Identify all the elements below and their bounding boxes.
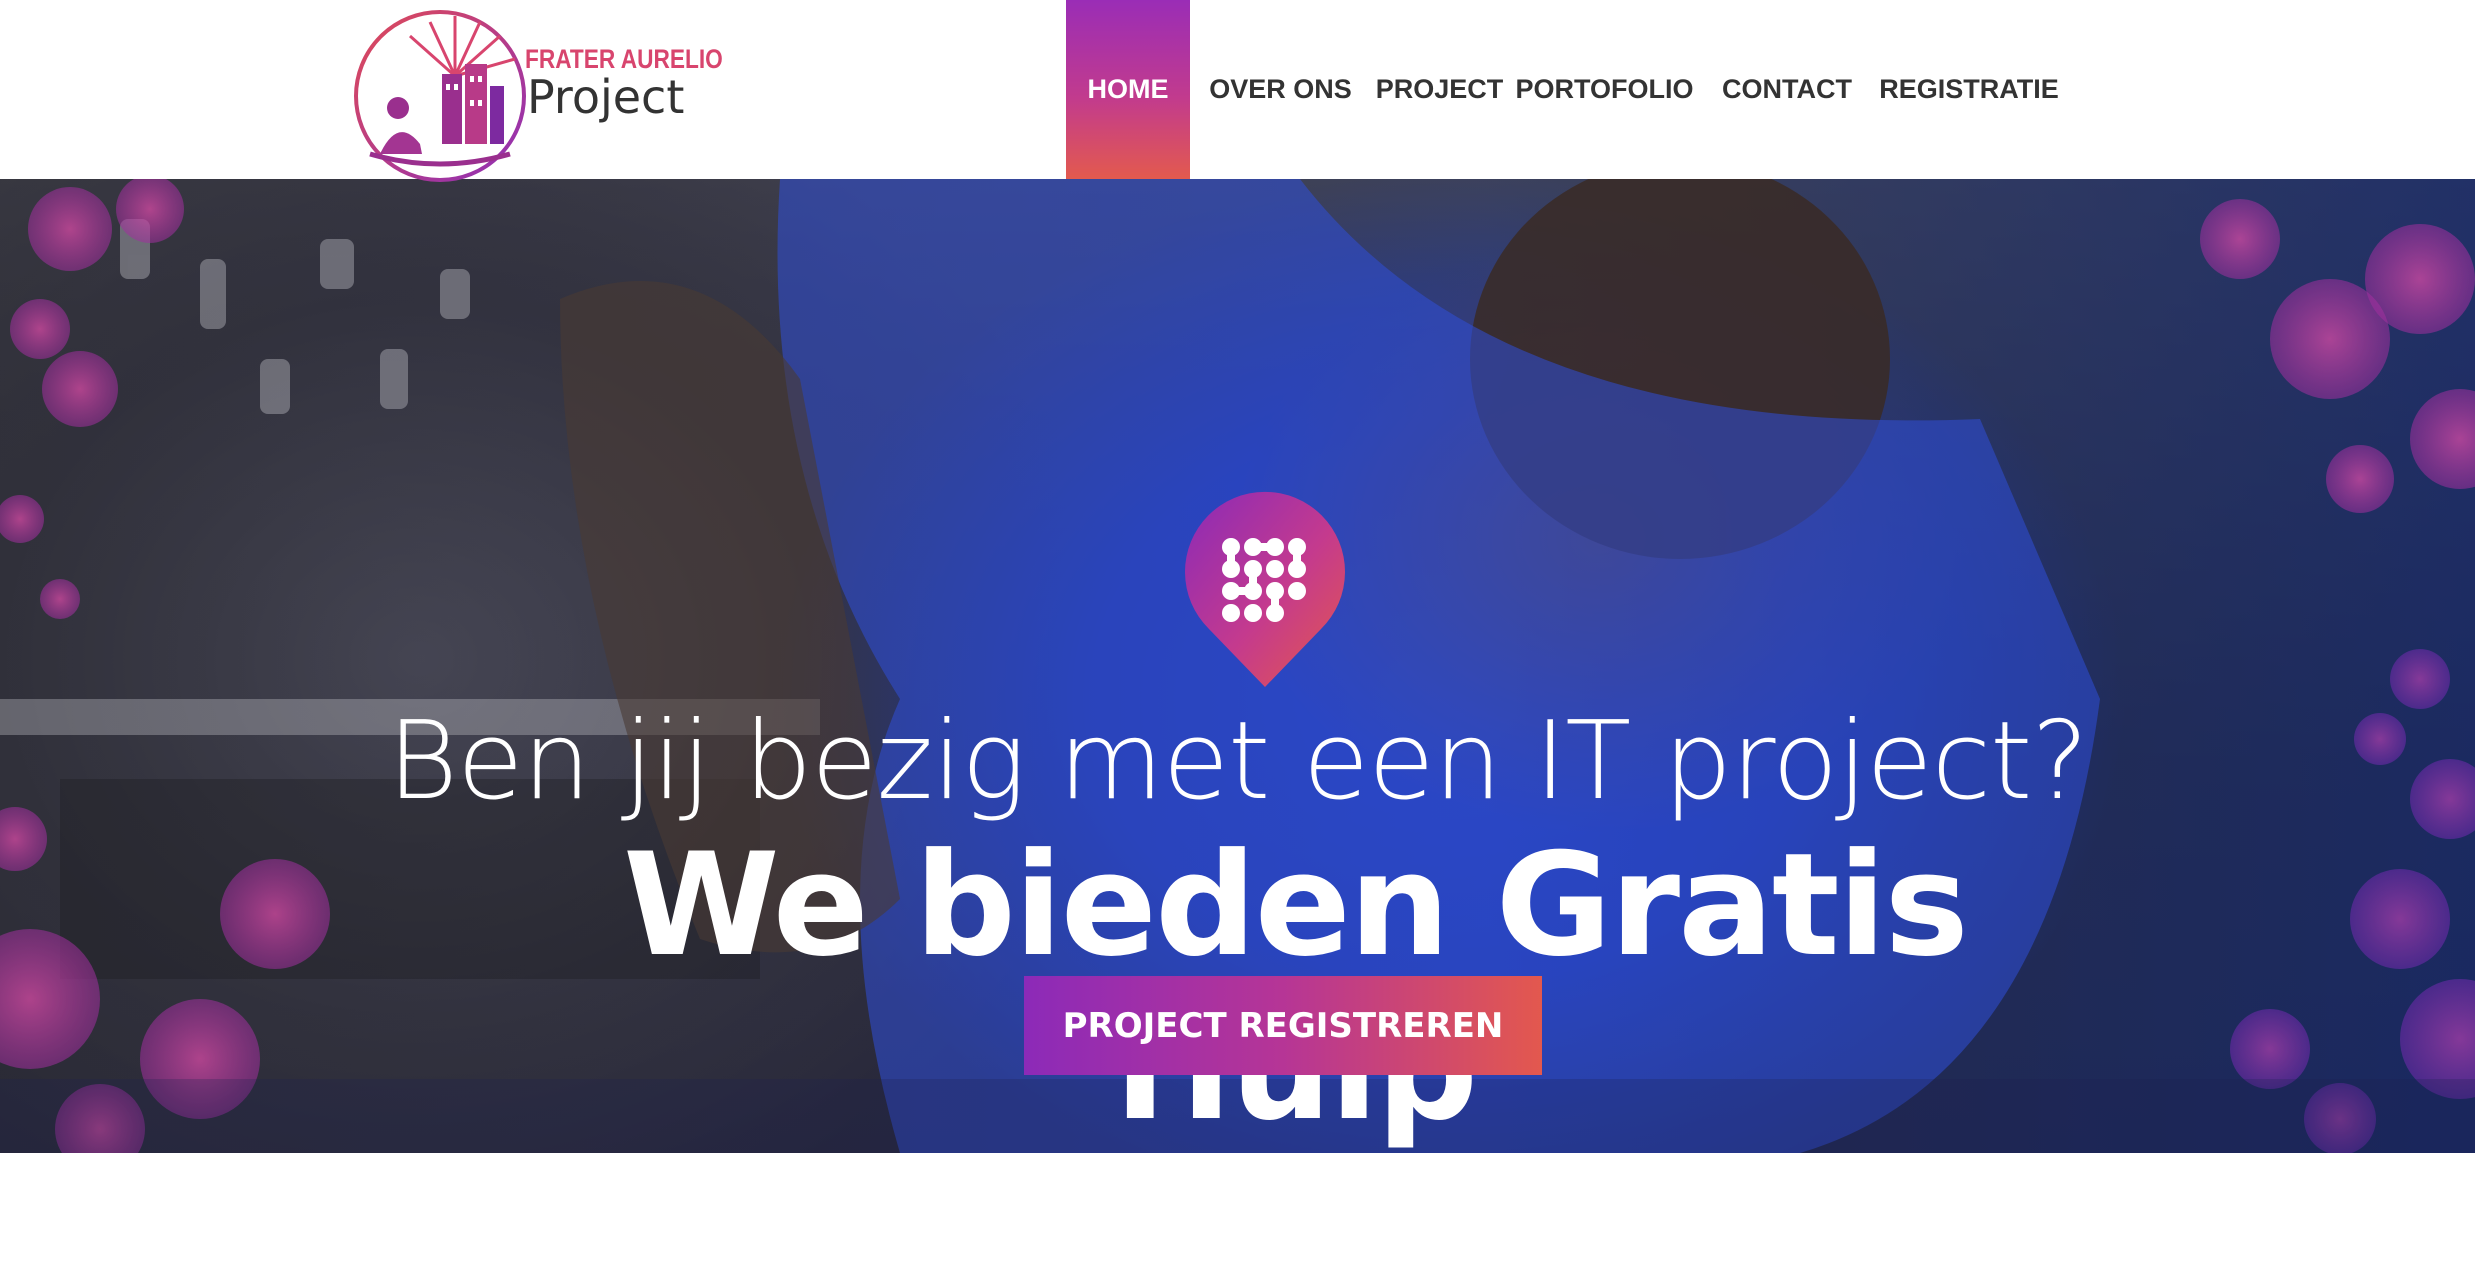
site-header: FRATER AURELIO Project HOME OVER ONS PRO… [0, 0, 2475, 182]
nav-home[interactable]: HOME [1066, 0, 1190, 179]
nav-contact[interactable]: CONTACT [1701, 0, 1873, 179]
logo-badge-icon [354, 10, 526, 182]
map-pin-dots-icon [1185, 491, 1345, 687]
main-nav: HOME OVER ONS PROJECT PORTOFOLIO CONTACT… [1066, 0, 2065, 179]
nav-over-ons[interactable]: OVER ONS [1190, 0, 1371, 179]
site-logo[interactable]: FRATER AURELIO Project [350, 4, 723, 186]
nav-portofolio[interactable]: PORTOFOLIO [1508, 0, 1701, 179]
nav-project[interactable]: PROJECT [1371, 0, 1508, 179]
nav-registratie[interactable]: REGISTRATIE [1873, 0, 2065, 179]
hero-headline: Ben jij bezig met een IT project? [387, 699, 2088, 824]
logo-subtitle: Project [527, 70, 685, 124]
project-registreren-button[interactable]: PROJECT REGISTREREN [1024, 976, 1542, 1075]
